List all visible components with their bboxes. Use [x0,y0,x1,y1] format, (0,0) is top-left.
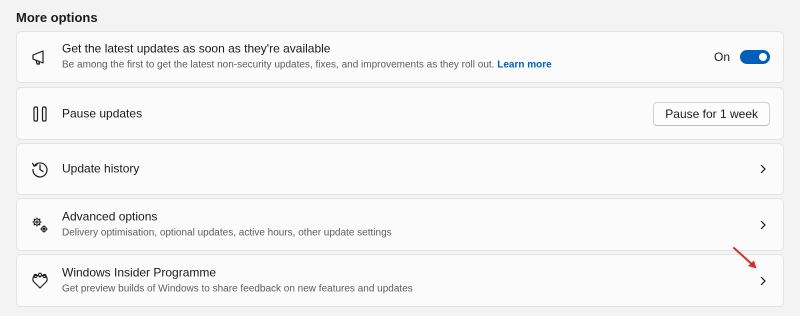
annotation-arrow-icon [730,244,762,276]
advanced-options-title: Advanced options [62,209,158,223]
latest-updates-card: Get the latest updates as soon as they'r… [16,31,784,83]
windows-insider-title: Windows Insider Programme [62,265,217,279]
latest-updates-subtitle: Be among the first to get the latest non… [62,59,495,71]
insider-heart-icon [30,271,50,291]
history-icon [30,159,50,179]
latest-updates-title: Get the latest updates as soon as they'r… [62,41,331,56]
advanced-options-card[interactable]: Advanced options Delivery optimisation, … [16,198,784,251]
windows-insider-subtitle: Get preview builds of Windows to share f… [62,283,413,294]
update-history-title: Update history [62,161,140,176]
pause-updates-title: Pause updates [62,106,143,120]
chevron-right-icon [757,219,769,231]
toggle-knob [759,53,767,61]
advanced-options-subtitle: Delivery optimisation, optional updates,… [62,227,392,238]
windows-insider-card[interactable]: Windows Insider Programme Get preview bu… [16,254,784,307]
gears-icon [30,215,50,235]
megaphone-icon [30,47,50,67]
chevron-right-icon [757,163,769,175]
pause-updates-card: Pause updates Pause for 1 week [16,87,784,140]
toggle-state-label: On [713,50,730,64]
pause-icon [30,104,50,124]
learn-more-link[interactable]: Learn more [497,60,551,71]
update-history-card[interactable]: Update history [16,143,784,195]
latest-updates-toggle[interactable] [740,50,770,64]
section-title: More options [16,10,98,25]
pause-for-1-week-button[interactable]: Pause for 1 week [653,101,770,126]
chevron-right-icon [757,275,769,287]
